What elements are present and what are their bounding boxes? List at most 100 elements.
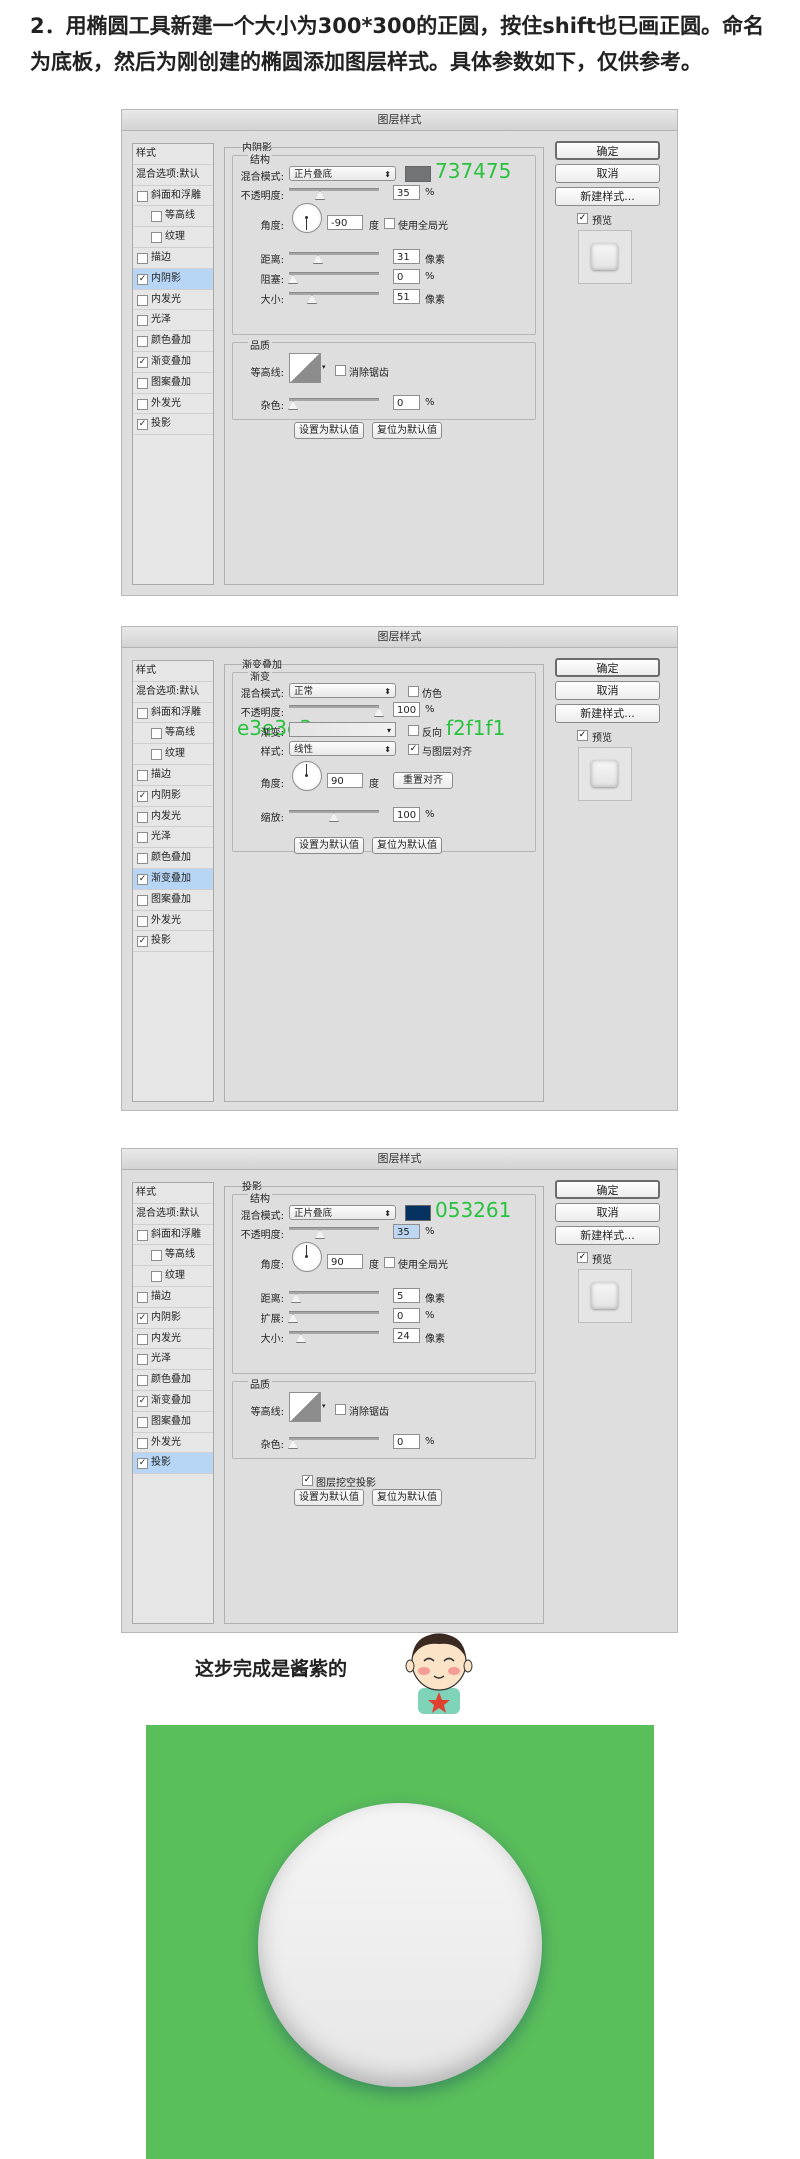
- style-item-inner-glow[interactable]: 内发光: [133, 1329, 213, 1350]
- angle-dial[interactable]: [292, 761, 322, 791]
- color-swatch[interactable]: [405, 166, 431, 182]
- style-item-stroke[interactable]: 描边: [133, 248, 213, 269]
- style-item-color-overlay[interactable]: 颜色叠加: [133, 848, 213, 869]
- style-item-texture[interactable]: 纹理: [133, 1266, 213, 1287]
- style-item-drop-shadow[interactable]: ✓ 投影: [133, 1453, 213, 1475]
- angle-dial[interactable]: [292, 1242, 322, 1272]
- style-item-pattern-overlay[interactable]: 图案叠加: [133, 373, 213, 394]
- blend-options-item[interactable]: 混合选项:默认: [133, 165, 213, 186]
- preview-checkbox[interactable]: ✓: [577, 730, 588, 741]
- checkbox-checked[interactable]: ✓: [137, 419, 148, 431]
- cancel-button[interactable]: 取消: [555, 164, 660, 183]
- style-item-color-overlay[interactable]: 颜色叠加: [133, 331, 213, 352]
- antialias-checkbox[interactable]: [335, 1404, 346, 1415]
- checkbox[interactable]: [137, 811, 148, 823]
- ok-button[interactable]: 确定: [555, 658, 660, 677]
- style-item-inner-shadow[interactable]: ✓ 内阴影: [133, 786, 213, 807]
- checkbox[interactable]: [137, 707, 148, 719]
- distance-input[interactable]: 31: [393, 249, 420, 264]
- blend-mode-select[interactable]: 正片叠底 ⬍: [289, 166, 396, 181]
- style-item-inner-glow[interactable]: 内发光: [133, 290, 213, 311]
- style-item-gradient-overlay[interactable]: ✓ 渐变叠加: [133, 1391, 213, 1412]
- style-item-contour[interactable]: 等高线: [133, 723, 213, 745]
- set-default-button[interactable]: 设置为默认值: [294, 1489, 364, 1506]
- choke-slider[interactable]: [289, 272, 379, 275]
- style-item-gradient-overlay[interactable]: ✓ 渐变叠加: [133, 868, 213, 890]
- checkbox-checked[interactable]: ✓: [137, 790, 148, 802]
- opacity-input[interactable]: 35: [393, 185, 420, 200]
- align-layer-checkbox[interactable]: ✓: [408, 744, 419, 755]
- size-input[interactable]: 24: [393, 1328, 420, 1343]
- spread-input[interactable]: 0: [393, 1308, 420, 1323]
- spread-slider[interactable]: [289, 1311, 379, 1314]
- style-item-inner-shadow[interactable]: ✓ 内阴影: [133, 1308, 213, 1329]
- checkbox[interactable]: [151, 232, 162, 244]
- reset-default-button[interactable]: 复位为默认值: [372, 422, 442, 439]
- style-item-outer-glow[interactable]: 外发光: [133, 911, 213, 932]
- checkbox[interactable]: [137, 315, 148, 327]
- style-item-satin[interactable]: 光泽: [133, 827, 213, 849]
- gradient-style-select[interactable]: 线性 ⬍: [289, 741, 396, 756]
- distance-input[interactable]: 5: [393, 1288, 420, 1303]
- checkbox[interactable]: [137, 1229, 148, 1241]
- checkbox[interactable]: [137, 769, 148, 781]
- blend-options-item[interactable]: 混合选项:默认: [133, 682, 213, 703]
- checkbox[interactable]: [137, 832, 148, 844]
- style-item-drop-shadow[interactable]: ✓ 投影: [133, 931, 213, 953]
- checkbox[interactable]: [137, 252, 148, 264]
- style-item-contour[interactable]: 等高线: [133, 1245, 213, 1267]
- checkbox[interactable]: [137, 398, 148, 410]
- blend-mode-select[interactable]: 正片叠底 ⬍: [289, 1205, 396, 1220]
- style-item-bevel[interactable]: 斜面和浮雕: [133, 703, 213, 724]
- checkbox[interactable]: [137, 853, 148, 865]
- style-item-inner-glow[interactable]: 内发光: [133, 807, 213, 828]
- checkbox[interactable]: [151, 749, 162, 761]
- set-default-button[interactable]: 设置为默认值: [294, 837, 364, 854]
- reverse-checkbox[interactable]: [408, 725, 419, 736]
- contour-picker[interactable]: [289, 1392, 321, 1422]
- scale-input[interactable]: 100: [393, 807, 420, 822]
- checkbox[interactable]: [137, 190, 148, 202]
- checkbox[interactable]: [137, 1437, 148, 1449]
- checkbox[interactable]: [137, 1354, 148, 1366]
- style-item-contour[interactable]: 等高线: [133, 206, 213, 228]
- antialias-checkbox[interactable]: [335, 365, 346, 376]
- style-item-inner-shadow[interactable]: ✓ 内阴影: [133, 268, 213, 290]
- style-item-satin[interactable]: 光泽: [133, 310, 213, 332]
- style-item-color-overlay[interactable]: 颜色叠加: [133, 1370, 213, 1391]
- checkbox[interactable]: [137, 294, 148, 306]
- checkbox[interactable]: [137, 894, 148, 906]
- noise-slider[interactable]: [289, 398, 379, 401]
- noise-slider[interactable]: [289, 1437, 379, 1440]
- checkbox[interactable]: [137, 377, 148, 389]
- noise-input[interactable]: 0: [393, 1434, 420, 1449]
- global-light-checkbox[interactable]: [384, 218, 395, 229]
- reset-default-button[interactable]: 复位为默认值: [372, 837, 442, 854]
- opacity-input[interactable]: 100: [393, 702, 420, 717]
- size-slider[interactable]: [289, 1331, 379, 1334]
- checkbox[interactable]: [137, 336, 148, 348]
- color-swatch[interactable]: [405, 1205, 431, 1221]
- style-item-bevel[interactable]: 斜面和浮雕: [133, 186, 213, 207]
- checkbox[interactable]: [137, 1416, 148, 1428]
- dither-checkbox[interactable]: [408, 686, 419, 697]
- checkbox-checked[interactable]: ✓: [137, 273, 148, 285]
- style-item-drop-shadow[interactable]: ✓ 投影: [133, 414, 213, 436]
- knockout-checkbox[interactable]: ✓: [302, 1475, 313, 1486]
- style-item-texture[interactable]: 纹理: [133, 227, 213, 248]
- style-item-outer-glow[interactable]: 外发光: [133, 394, 213, 415]
- angle-input[interactable]: 90: [327, 773, 363, 788]
- choke-input[interactable]: 0: [393, 269, 420, 284]
- checkbox-checked[interactable]: ✓: [137, 356, 148, 368]
- ok-button[interactable]: 确定: [555, 1180, 660, 1199]
- style-item-pattern-overlay[interactable]: 图案叠加: [133, 890, 213, 911]
- checkbox[interactable]: [151, 728, 162, 740]
- checkbox[interactable]: [137, 915, 148, 927]
- checkbox[interactable]: [137, 1291, 148, 1303]
- distance-slider[interactable]: [289, 252, 379, 255]
- checkbox[interactable]: [151, 1271, 162, 1283]
- opacity-slider[interactable]: [289, 705, 379, 708]
- opacity-slider[interactable]: [289, 188, 379, 191]
- scale-slider[interactable]: [289, 810, 379, 813]
- blend-options-item[interactable]: 混合选项:默认: [133, 1204, 213, 1225]
